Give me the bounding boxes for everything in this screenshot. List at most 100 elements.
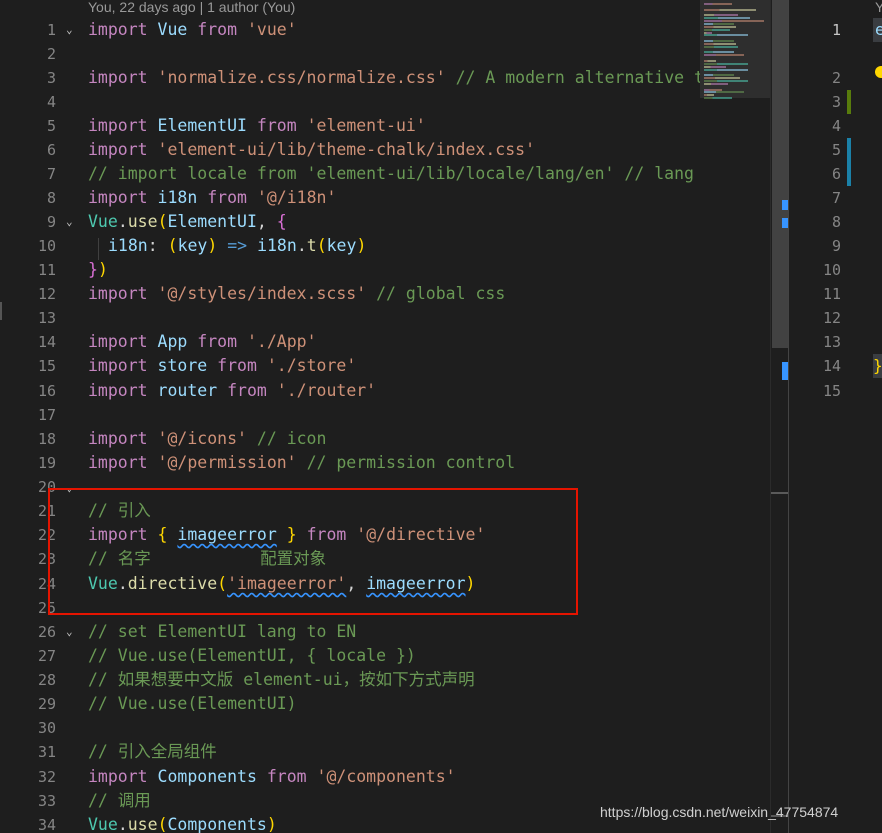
codelens-blame[interactable]: Y <box>875 0 882 14</box>
code-line-19[interactable]: import '@/permission' // permission cont… <box>88 451 515 475</box>
string: '@/components' <box>316 767 456 786</box>
line-number[interactable]: 6 <box>789 162 841 186</box>
keyword: from <box>266 767 307 786</box>
code-line-18[interactable]: import '@/icons' // icon <box>88 427 326 451</box>
line-number[interactable]: 8 <box>789 210 841 234</box>
keyword: import <box>88 356 148 375</box>
code-line-10[interactable]: i18n: (key) => i18n.t(key) <box>108 234 366 258</box>
line-number[interactable]: 9 <box>789 234 841 258</box>
secondary-editor[interactable]: Y 1 2 3 4 5 6 7 8 9 10 11 12 13 14 15 e } <box>789 0 882 833</box>
minimap-line <box>704 91 744 94</box>
line-number[interactable]: 7 <box>0 162 56 186</box>
line-number[interactable]: 5 <box>0 114 56 138</box>
code-line-31[interactable]: // 引入全局组件 <box>88 740 217 764</box>
line-number[interactable]: 10 <box>0 234 56 258</box>
closing-brace[interactable]: } <box>873 354 882 378</box>
minimap-line <box>704 17 750 20</box>
scrollbar-thumb[interactable] <box>772 0 788 348</box>
line-number[interactable]: 14 <box>0 330 56 354</box>
line-number[interactable]: 31 <box>0 740 56 764</box>
code-line-33[interactable]: // 调用 <box>88 789 151 813</box>
keyword: import <box>88 453 148 472</box>
code-line-11[interactable]: }) <box>88 258 108 282</box>
line-number[interactable]: 15 <box>0 354 56 378</box>
code-fragment[interactable]: e <box>873 18 882 42</box>
keyword: import <box>88 188 148 207</box>
code-line-28[interactable]: // 如果想要中文版 element-ui，按如下方式声明 <box>88 668 475 692</box>
bracket: ) <box>266 815 277 833</box>
line-number[interactable]: 10 <box>789 258 841 282</box>
line-number[interactable]: 2 <box>789 66 841 90</box>
line-number[interactable]: 4 <box>0 90 56 114</box>
main-editor[interactable]: You, 22 days ago | 1 author (You) 123456… <box>0 0 700 833</box>
bracket: ( <box>157 815 168 833</box>
code-line-8[interactable]: import i18n from '@/i18n' <box>88 186 336 210</box>
fold-chevron-icon[interactable]: ⌄ <box>66 18 73 42</box>
line-number[interactable]: 6 <box>0 138 56 162</box>
code-line-34[interactable]: Vue.use(Components) <box>88 813 277 833</box>
fold-chevron-icon[interactable]: ⌄ <box>66 210 73 234</box>
line-number[interactable]: 33 <box>0 789 56 813</box>
string: '@/permission' <box>157 453 297 472</box>
line-number[interactable]: 7 <box>789 186 841 210</box>
comment: // 如果想要中文版 element-ui，按如下方式声明 <box>88 670 475 689</box>
line-number[interactable]: 34 <box>0 813 56 833</box>
line-number[interactable]: 29 <box>0 692 56 716</box>
minimap-line <box>704 62 748 65</box>
string: 'vue' <box>246 20 297 39</box>
code-line-9[interactable]: Vue.use(ElementUI, { <box>88 210 287 234</box>
minimap[interactable] <box>700 0 770 833</box>
vertical-scrollbar[interactable] <box>770 0 789 833</box>
line-number[interactable]: 19 <box>0 451 56 475</box>
line-number[interactable]: 4 <box>789 114 841 138</box>
line-number[interactable]: 3 <box>789 90 841 114</box>
comment: // global css <box>376 284 506 303</box>
minimap-line <box>704 88 722 91</box>
code-line-16[interactable]: import router from './router' <box>88 379 376 403</box>
line-number[interactable]: 5 <box>789 138 841 162</box>
line-number[interactable]: 9 <box>0 210 56 234</box>
line-number[interactable]: 32 <box>0 765 56 789</box>
line-number[interactable]: 27 <box>0 644 56 668</box>
line-number[interactable]: 12 <box>789 306 841 330</box>
code-line-3[interactable]: import 'normalize.css/normalize.css' // … <box>88 66 700 90</box>
line-number[interactable]: 1 <box>0 18 56 42</box>
code-line-15[interactable]: import store from './store' <box>88 354 356 378</box>
code-line-26[interactable]: // set ElementUI lang to EN <box>88 620 356 644</box>
minimap-line <box>704 51 734 54</box>
line-number[interactable]: 13 <box>0 306 56 330</box>
fold-chevron-icon[interactable]: ⌄ <box>66 620 73 644</box>
bracket: ( <box>157 212 168 231</box>
code-line-29[interactable]: // Vue.use(ElementUI) <box>88 692 297 716</box>
line-number[interactable]: 15 <box>789 379 841 403</box>
line-number[interactable]: 17 <box>0 403 56 427</box>
line-number[interactable]: 12 <box>0 282 56 306</box>
code-line-5[interactable]: import ElementUI from 'element-ui' <box>88 114 426 138</box>
code-line-6[interactable]: import 'element-ui/lib/theme-chalk/index… <box>88 138 535 162</box>
line-number[interactable]: 2 <box>0 42 56 66</box>
line-number[interactable]: 11 <box>0 258 56 282</box>
code-line-12[interactable]: import '@/styles/index.scss' // global c… <box>88 282 505 306</box>
string: './router' <box>276 381 377 400</box>
code-line-7[interactable]: // import locale from 'element-ui/lib/lo… <box>88 162 700 186</box>
line-number[interactable]: 18 <box>0 427 56 451</box>
line-number[interactable]: 8 <box>0 186 56 210</box>
minimap-line <box>704 54 744 57</box>
line-number[interactable]: 30 <box>0 716 56 740</box>
string: 'normalize.css/normalize.css' <box>157 68 446 87</box>
code-line-32[interactable]: import Components from '@/components' <box>88 765 456 789</box>
line-number[interactable]: 3 <box>0 66 56 90</box>
codelens-blame[interactable]: You, 22 days ago | 1 author (You) <box>88 0 295 16</box>
line-number[interactable]: 1 <box>789 18 841 42</box>
lightbulb-icon[interactable] <box>875 66 882 78</box>
line-number[interactable]: 16 <box>0 379 56 403</box>
line-number[interactable]: 13 <box>789 330 841 354</box>
line-number[interactable]: 14 <box>789 354 841 378</box>
identifier: ElementUI <box>167 212 257 231</box>
code-line-14[interactable]: import App from './App' <box>88 330 317 354</box>
code-line-1[interactable]: import Vue from 'vue' <box>88 18 297 42</box>
line-number[interactable]: 26 <box>0 620 56 644</box>
line-number[interactable]: 28 <box>0 668 56 692</box>
line-number[interactable]: 11 <box>789 282 841 306</box>
code-line-27[interactable]: // Vue.use(ElementUI, { locale }) <box>88 644 416 668</box>
